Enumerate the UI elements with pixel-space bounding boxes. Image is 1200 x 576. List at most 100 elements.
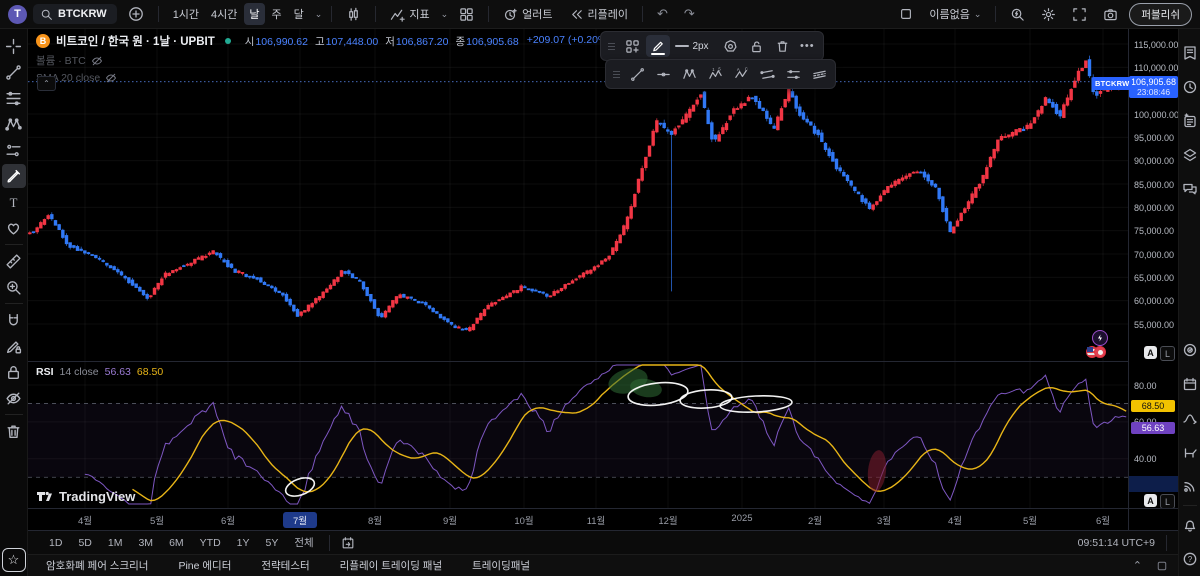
object-tree-button[interactable] xyxy=(1180,145,1200,165)
lock-drawing-button[interactable] xyxy=(744,35,768,57)
pattern-xabcd-tool-button[interactable] xyxy=(2,112,26,136)
fib-retracement-tool-button[interactable] xyxy=(2,86,26,110)
settings-button[interactable] xyxy=(1036,3,1061,25)
chat-button[interactable] xyxy=(1180,179,1200,199)
interval-button-날[interactable]: 날 xyxy=(244,3,264,25)
brush-tool-button[interactable] xyxy=(2,164,26,188)
crosshair-tool-button[interactable] xyxy=(2,34,26,58)
horizontal-line-button[interactable] xyxy=(651,63,675,85)
magnet-mode-button[interactable] xyxy=(2,308,26,332)
toolbar-drag-handle[interactable] xyxy=(605,43,618,50)
trend-line-tool-button[interactable] xyxy=(2,60,26,84)
range-button-1D[interactable]: 1D xyxy=(42,535,69,551)
trend-line-button[interactable] xyxy=(625,63,649,85)
help-button[interactable]: ? xyxy=(1180,549,1200,569)
expand-panel-button[interactable]: ⌃ xyxy=(1133,559,1142,572)
tab-item[interactable]: 암호화폐 페어 스크리너 xyxy=(46,558,148,573)
more-options-button[interactable]: ••• xyxy=(796,40,819,52)
measure-tool-button[interactable] xyxy=(2,249,26,273)
tab-item[interactable]: 전략테스터 xyxy=(261,558,309,573)
range-button-6M[interactable]: 6M xyxy=(162,535,191,551)
economic-event-flags[interactable] xyxy=(1086,346,1106,358)
symbol-search[interactable]: BTCKRW xyxy=(33,4,117,24)
screenshot-button[interactable] xyxy=(1098,3,1123,25)
compare-add-button[interactable] xyxy=(123,3,149,25)
style-settings-button[interactable] xyxy=(718,35,742,57)
range-button-1M[interactable]: 1M xyxy=(101,535,130,551)
tab-item[interactable]: 트레이딩패널 xyxy=(472,558,530,573)
session-clock[interactable]: 09:51:14 UTC+9 xyxy=(1078,537,1155,549)
hide-drawings-button[interactable] xyxy=(2,386,26,410)
pine-scripts-button[interactable] xyxy=(1180,408,1200,428)
candlestick-chart[interactable] xyxy=(28,28,1128,508)
redo-button[interactable]: ↷ xyxy=(679,3,700,25)
watchlist-button[interactable] xyxy=(1180,43,1200,63)
eye-off-icon[interactable] xyxy=(105,72,117,84)
chart-style-button[interactable] xyxy=(341,3,366,25)
fullscreen-button[interactable] xyxy=(1067,3,1092,25)
interval-button-4시간[interactable]: 4시간 xyxy=(206,3,242,25)
zoom-in-tool-button[interactable] xyxy=(2,275,26,299)
notifications-button[interactable] xyxy=(1180,515,1200,535)
interval-button-달[interactable]: 달 xyxy=(289,3,309,25)
eye-off-icon[interactable] xyxy=(91,55,103,67)
log-scale-button[interactable]: L xyxy=(1160,494,1175,509)
rsi-legend[interactable]: RSI 14 close 56.63 68.50 xyxy=(36,366,163,378)
interval-chevron-icon[interactable]: ⌄ xyxy=(315,10,323,19)
abcd-pattern-button[interactable]: AC xyxy=(729,63,753,85)
parallel-channel-button[interactable] xyxy=(807,63,831,85)
auto-scale-button[interactable]: A xyxy=(1144,346,1157,359)
text-tool-button[interactable]: T xyxy=(2,190,26,214)
volume-legend-row[interactable]: 볼륨 · BTC xyxy=(36,53,611,68)
symbol-title[interactable]: 비트코인 / 한국 원 · 1날 · UPBIT xyxy=(56,33,215,49)
disjoint-channel-button[interactable] xyxy=(755,63,779,85)
layout-grid-button[interactable] xyxy=(454,3,479,25)
layout-name-button[interactable]: 이름없음 ⌄ xyxy=(924,3,986,25)
range-button-5Y[interactable]: 5Y xyxy=(259,535,286,551)
emoji-tool-button[interactable] xyxy=(2,216,26,240)
range-button-전체[interactable]: 전체 xyxy=(287,533,320,552)
levels-button[interactable] xyxy=(1180,442,1200,462)
range-button-YTD[interactable]: YTD xyxy=(193,535,228,551)
alerts-panel-button[interactable] xyxy=(1180,77,1200,97)
publish-button[interactable]: 퍼블리쉬 xyxy=(1129,3,1192,26)
tab-item[interactable]: 리플레이 트레이딩 패널 xyxy=(340,558,442,573)
alert-button[interactable]: 얼러트 xyxy=(498,3,557,25)
range-button-3M[interactable]: 3M xyxy=(131,535,160,551)
log-scale-button[interactable]: L xyxy=(1160,346,1175,361)
delete-drawing-button[interactable] xyxy=(770,35,794,57)
streams-button[interactable] xyxy=(1180,476,1200,496)
undo-button[interactable]: ↶ xyxy=(652,3,673,25)
ideas-button[interactable] xyxy=(1180,340,1200,360)
user-avatar[interactable]: T xyxy=(8,5,27,24)
interval-button-1시간[interactable]: 1시간 xyxy=(168,3,204,25)
brush-color-button[interactable] xyxy=(646,35,670,57)
replay-button[interactable]: 리플레이 xyxy=(564,3,633,25)
xabcd-pattern-button[interactable] xyxy=(677,63,701,85)
notes-button[interactable] xyxy=(1180,111,1200,131)
tab-item[interactable]: Pine 에디터 xyxy=(178,558,231,573)
remove-drawings-button[interactable] xyxy=(2,419,26,443)
range-button-5D[interactable]: 5D xyxy=(71,535,98,551)
drawing-mode-button[interactable] xyxy=(2,334,26,358)
flat-channel-button[interactable] xyxy=(781,63,805,85)
interval-button-주[interactable]: 주 xyxy=(267,3,287,25)
go-to-date-button[interactable] xyxy=(338,532,358,554)
layout-save-button[interactable] xyxy=(894,3,918,25)
quick-search-button[interactable] xyxy=(1005,3,1030,25)
sma-legend-row[interactable]: SMA 20 close xyxy=(36,72,611,84)
legend-collapse-button[interactable]: ⌃ xyxy=(37,76,56,91)
price-axis[interactable]: 106,905.68 23:08:46 A L A L 115,000.0011… xyxy=(1128,28,1179,508)
restore-panel-icon[interactable] xyxy=(1156,560,1168,572)
auto-scale-button[interactable]: A xyxy=(1144,494,1157,507)
toolbar-drag-handle[interactable] xyxy=(610,71,623,78)
calendar-button[interactable] xyxy=(1180,374,1200,394)
time-axis[interactable]: 4월5월6월7월8월9월10월11월12월20252월3월4월5월6월 xyxy=(28,508,1128,531)
favorites-star-button[interactable]: ☆ xyxy=(2,548,26,572)
range-button-1Y[interactable]: 1Y xyxy=(230,535,257,551)
add-template-button[interactable] xyxy=(620,35,644,57)
indicators-chevron-icon[interactable]: ⌄ xyxy=(441,10,449,19)
indicators-button[interactable]: 지표 xyxy=(385,3,434,25)
line-width-button[interactable]: 2px xyxy=(672,35,716,57)
spark-badge-icon[interactable] xyxy=(1092,330,1108,346)
